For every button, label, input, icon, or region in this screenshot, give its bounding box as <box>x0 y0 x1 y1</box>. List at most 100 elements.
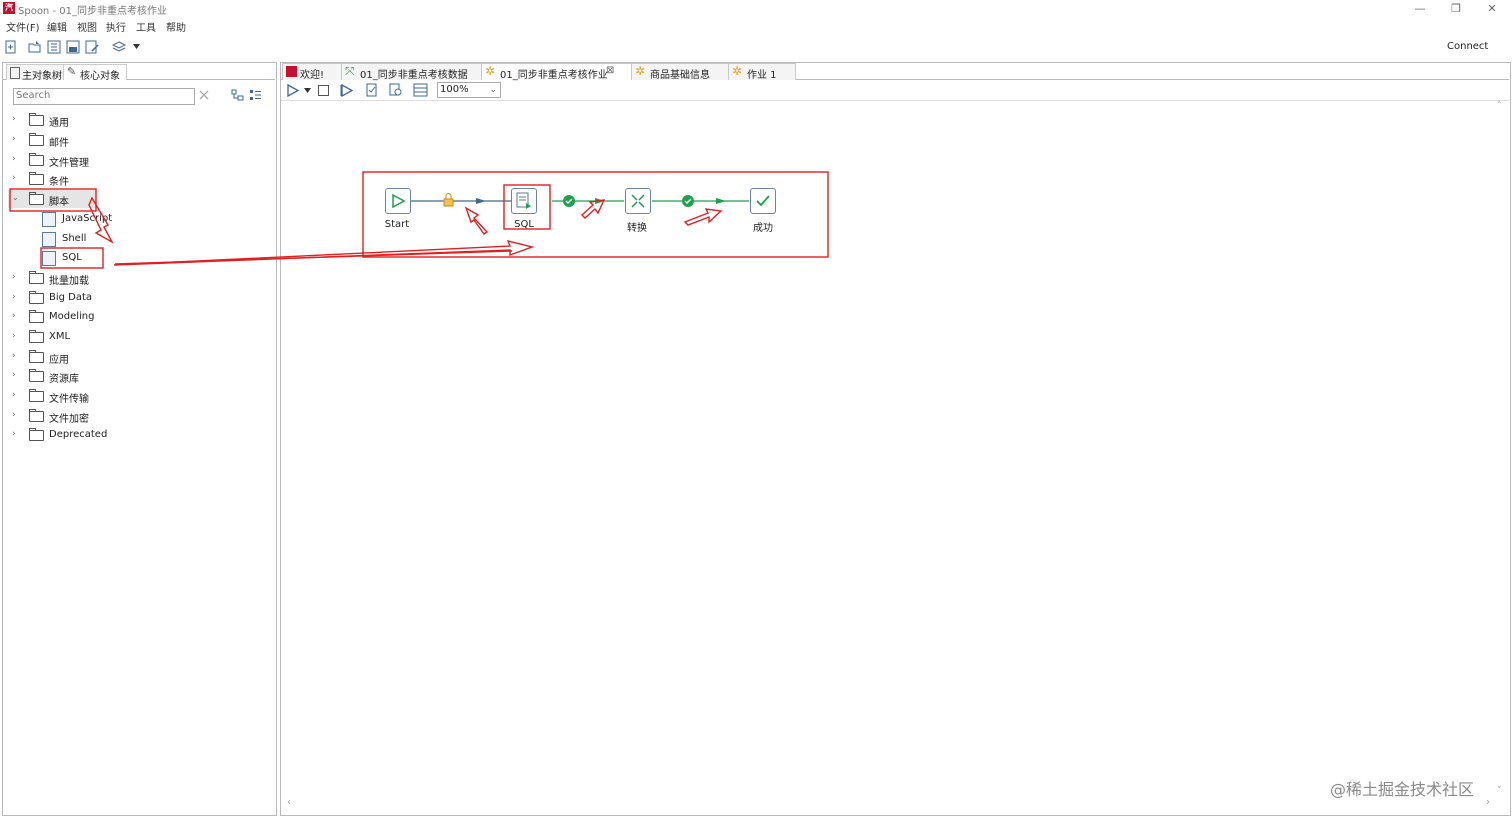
impact-analysis-icon[interactable] <box>389 83 403 97</box>
menu-tools[interactable]: 工具 <box>136 19 156 34</box>
zoom-select[interactable]: 100% ⌄ <box>437 82 501 98</box>
tree-folder-deprecated[interactable]: › Deprecated <box>8 426 268 444</box>
explore-db-icon[interactable] <box>413 83 428 97</box>
chevron-right-icon[interactable]: › <box>12 351 20 361</box>
tab-product-info[interactable]: ✲ 商品基础信息 <box>631 63 729 81</box>
tab-main-tree[interactable]: 主对象树 <box>6 64 64 82</box>
job-icon: ✲ <box>635 64 646 78</box>
sql-icon <box>516 192 531 209</box>
menu-file[interactable]: 文件(F) <box>6 19 40 34</box>
tab-core-objects[interactable]: ✎ 核心对象 <box>63 64 127 82</box>
chevron-right-icon[interactable]: › <box>12 173 20 183</box>
stop-icon[interactable] <box>317 84 330 97</box>
sql-script-icon <box>42 251 56 266</box>
collapse-all-icon[interactable] <box>231 89 244 102</box>
chevron-down-icon[interactable]: ⌄ <box>12 193 20 203</box>
sql-check-icon[interactable] <box>365 83 379 97</box>
new-file-icon[interactable] <box>4 40 18 54</box>
tree-item-shell[interactable]: Shell <box>8 230 268 248</box>
job-canvas[interactable] <box>283 101 1494 798</box>
tree-folder-general[interactable]: › 通用 <box>8 111 268 129</box>
chevron-down-icon: ⌄ <box>489 85 497 95</box>
chevron-right-icon[interactable]: › <box>12 154 20 164</box>
folder-icon <box>29 369 44 382</box>
folder-icon <box>29 113 44 126</box>
search-input[interactable] <box>14 89 194 102</box>
tree-folder-conditions[interactable]: › 条件 <box>8 170 268 188</box>
close-window-icon[interactable]: ✕ <box>1477 1 1507 16</box>
folder-icon <box>29 271 44 284</box>
job-entry-sql[interactable] <box>511 188 537 214</box>
expand-all-icon[interactable] <box>249 89 262 102</box>
transform-icon <box>631 194 645 208</box>
save-as-icon[interactable] <box>85 40 99 54</box>
tree-folder-repository[interactable]: › 资源库 <box>8 367 268 385</box>
folder-icon <box>29 172 44 185</box>
chevron-right-icon[interactable]: › <box>12 410 20 420</box>
tab-transformation-sync-data[interactable]: ⤧ 01_同步非重点考核数据 <box>341 63 482 81</box>
job-entry-transform[interactable] <box>625 188 651 214</box>
perspective-layers-icon[interactable] <box>112 40 126 54</box>
chevron-right-icon[interactable]: › <box>12 331 20 341</box>
chevron-right-icon[interactable]: › <box>12 134 20 144</box>
tree-folder-mail[interactable]: › 邮件 <box>8 131 268 149</box>
tree-item-sql[interactable]: SQL <box>8 249 268 267</box>
explore-repository-icon[interactable] <box>47 40 61 54</box>
close-tab-icon[interactable]: ⊠ <box>606 65 614 76</box>
scroll-left-icon[interactable]: ‹ <box>287 797 291 808</box>
tree-folder-modeling[interactable]: › Modeling <box>8 308 268 326</box>
replay-icon[interactable] <box>340 84 354 97</box>
menu-bar <box>0 17 1512 34</box>
tree-folder-xml[interactable]: › XML <box>8 328 268 346</box>
folder-icon <box>29 310 44 323</box>
tree-folder-utility[interactable]: › 应用 <box>8 348 268 366</box>
chevron-right-icon[interactable]: › <box>12 390 20 400</box>
run-options-chevron-icon[interactable] <box>304 88 311 93</box>
job-entry-label: SQL <box>514 219 534 230</box>
chevron-right-icon[interactable]: › <box>12 311 20 321</box>
search-field[interactable] <box>13 88 195 105</box>
menu-edit[interactable]: 编辑 <box>47 19 67 34</box>
chevron-right-icon[interactable]: › <box>12 370 20 380</box>
connect-button[interactable]: Connect <box>1447 41 1488 52</box>
vertical-scrollbar[interactable]: ˄ ˅ <box>1494 101 1508 798</box>
tree-folder-scripting[interactable]: ⌄ 脚本 <box>8 190 96 208</box>
tree-folder-bulk-loading[interactable]: › 批量加载 <box>8 269 268 287</box>
job-icon: ✲ <box>732 64 743 78</box>
scroll-right-icon[interactable]: › <box>1486 797 1490 808</box>
open-file-icon[interactable] <box>28 40 42 54</box>
job-icon: ✲ <box>485 64 496 78</box>
minimize-icon[interactable]: — <box>1405 1 1435 16</box>
horizontal-scrollbar[interactable]: ‹ › <box>283 797 1494 810</box>
menu-help[interactable]: 帮助 <box>166 19 186 34</box>
chevron-right-icon[interactable]: › <box>12 114 20 124</box>
scroll-down-icon[interactable]: ˅ <box>1497 786 1502 796</box>
pencil-icon: ✎ <box>67 65 77 78</box>
script-icon <box>42 232 56 247</box>
folder-icon <box>29 153 44 166</box>
folder-icon <box>29 192 44 205</box>
restore-icon[interactable]: ❐ <box>1441 1 1471 16</box>
tree-folder-file-transfer[interactable]: › 文件传输 <box>8 387 268 405</box>
save-icon[interactable] <box>66 40 80 54</box>
clear-search-icon[interactable] <box>199 90 209 100</box>
tree-item-javascript[interactable]: JavaScript <box>8 210 268 228</box>
tab-job-1[interactable]: ✲ 作业 1 <box>728 63 796 81</box>
tree-folder-file-encryption[interactable]: › 文件加密 <box>8 407 268 425</box>
watermark: @稀土掘金技术社区 <box>1330 780 1475 799</box>
chevron-down-icon[interactable] <box>133 44 140 49</box>
tab-welcome[interactable]: 欢迎! <box>282 63 342 81</box>
menu-view[interactable]: 视图 <box>77 19 97 34</box>
chevron-right-icon[interactable]: › <box>12 292 20 302</box>
scroll-up-icon[interactable]: ˄ <box>1497 101 1502 111</box>
tab-job-sync[interactable]: ✲ 01_同步非重点考核作业 ⊠ <box>481 63 632 81</box>
chevron-right-icon[interactable]: › <box>12 429 20 439</box>
folder-icon <box>29 350 44 363</box>
chevron-right-icon[interactable]: › <box>12 272 20 282</box>
job-entry-start[interactable] <box>385 188 411 214</box>
tree-folder-big-data[interactable]: › Big Data <box>8 289 268 307</box>
menu-run[interactable]: 执行 <box>106 19 126 34</box>
run-icon[interactable] <box>286 84 300 97</box>
job-entry-success[interactable] <box>750 188 776 214</box>
tree-folder-file-management[interactable]: › 文件管理 <box>8 151 268 169</box>
